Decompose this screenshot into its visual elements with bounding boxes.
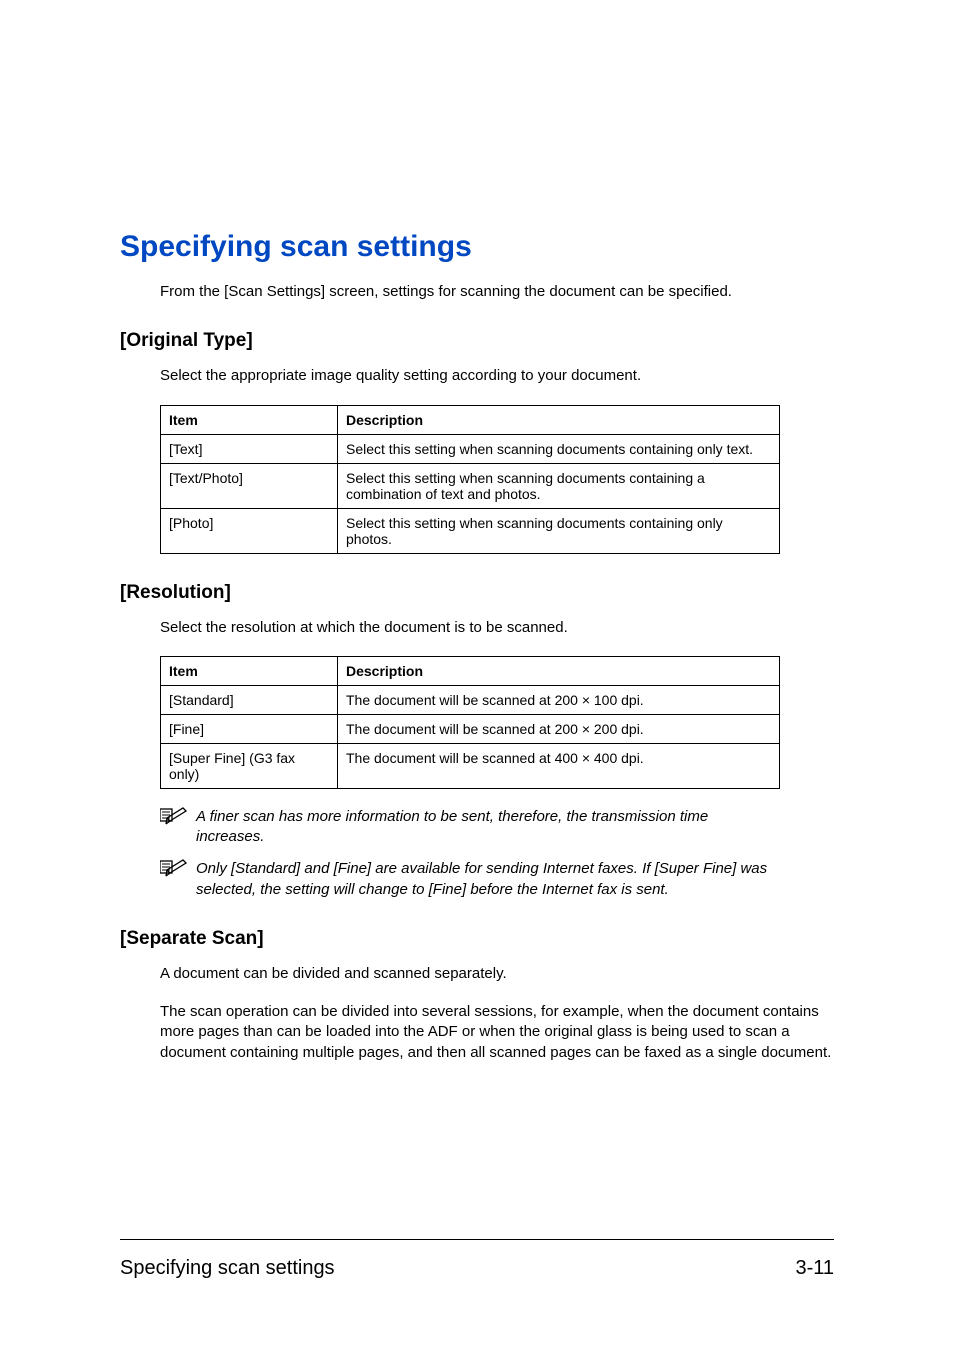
page-title: Specifying scan settings: [120, 230, 834, 264]
table-cell-item: [Photo]: [161, 508, 338, 553]
intro-text: From the [Scan Settings] screen, setting…: [160, 282, 834, 302]
resolution-heading: [Resolution]: [120, 582, 834, 604]
table-header-row: Item Description: [161, 405, 780, 434]
footer-separator: [120, 1239, 834, 1240]
table-cell-desc: Select this setting when scanning docume…: [338, 434, 780, 463]
resolution-table: Item Description [Standard] The document…: [160, 656, 780, 789]
table-header-item: Item: [161, 405, 338, 434]
table-cell-desc: Select this setting when scanning docume…: [338, 463, 780, 508]
footer-right: 3-11: [795, 1257, 834, 1280]
note-icon: [160, 859, 188, 879]
page-footer: Specifying scan settings 3-11: [120, 1257, 834, 1280]
original-type-desc: Select the appropriate image quality set…: [160, 366, 834, 386]
separate-scan-heading: [Separate Scan]: [120, 928, 834, 950]
table-row: [Fine] The document will be scanned at 2…: [161, 714, 780, 743]
note-text: A finer scan has more information to be …: [196, 807, 780, 848]
separate-scan-p1: A document can be divided and scanned se…: [160, 964, 834, 984]
table-cell-desc: The document will be scanned at 200 × 20…: [338, 714, 780, 743]
table-cell-item: [Text/Photo]: [161, 463, 338, 508]
table-cell-desc: Select this setting when scanning docume…: [338, 508, 780, 553]
note-text: Only [Standard] and [Fine] are available…: [196, 859, 780, 900]
table-cell-desc: The document will be scanned at 200 × 10…: [338, 685, 780, 714]
note-icon: [160, 807, 188, 827]
resolution-desc: Select the resolution at which the docum…: [160, 618, 834, 638]
original-type-table: Item Description [Text] Select this sett…: [160, 405, 780, 554]
table-row: [Super Fine] (G3 fax only) The document …: [161, 743, 780, 788]
table-cell-item: [Text]: [161, 434, 338, 463]
table-row: [Standard] The document will be scanned …: [161, 685, 780, 714]
footer-left: Specifying scan settings: [120, 1257, 335, 1280]
table-row: [Photo] Select this setting when scannin…: [161, 508, 780, 553]
table-cell-item: [Fine]: [161, 714, 338, 743]
note-block: Only [Standard] and [Fine] are available…: [160, 859, 780, 900]
table-header-desc: Description: [338, 405, 780, 434]
table-row: [Text] Select this setting when scanning…: [161, 434, 780, 463]
table-cell-item: [Super Fine] (G3 fax only): [161, 743, 338, 788]
table-row: [Text/Photo] Select this setting when sc…: [161, 463, 780, 508]
separate-scan-p2: The scan operation can be divided into s…: [160, 1002, 834, 1063]
note-block: A finer scan has more information to be …: [160, 807, 780, 848]
table-header-desc: Description: [338, 656, 780, 685]
table-cell-desc: The document will be scanned at 400 × 40…: [338, 743, 780, 788]
table-cell-item: [Standard]: [161, 685, 338, 714]
table-header-item: Item: [161, 656, 338, 685]
table-header-row: Item Description: [161, 656, 780, 685]
original-type-heading: [Original Type]: [120, 330, 834, 352]
page: Specifying scan settings From the [Scan …: [0, 0, 954, 1350]
